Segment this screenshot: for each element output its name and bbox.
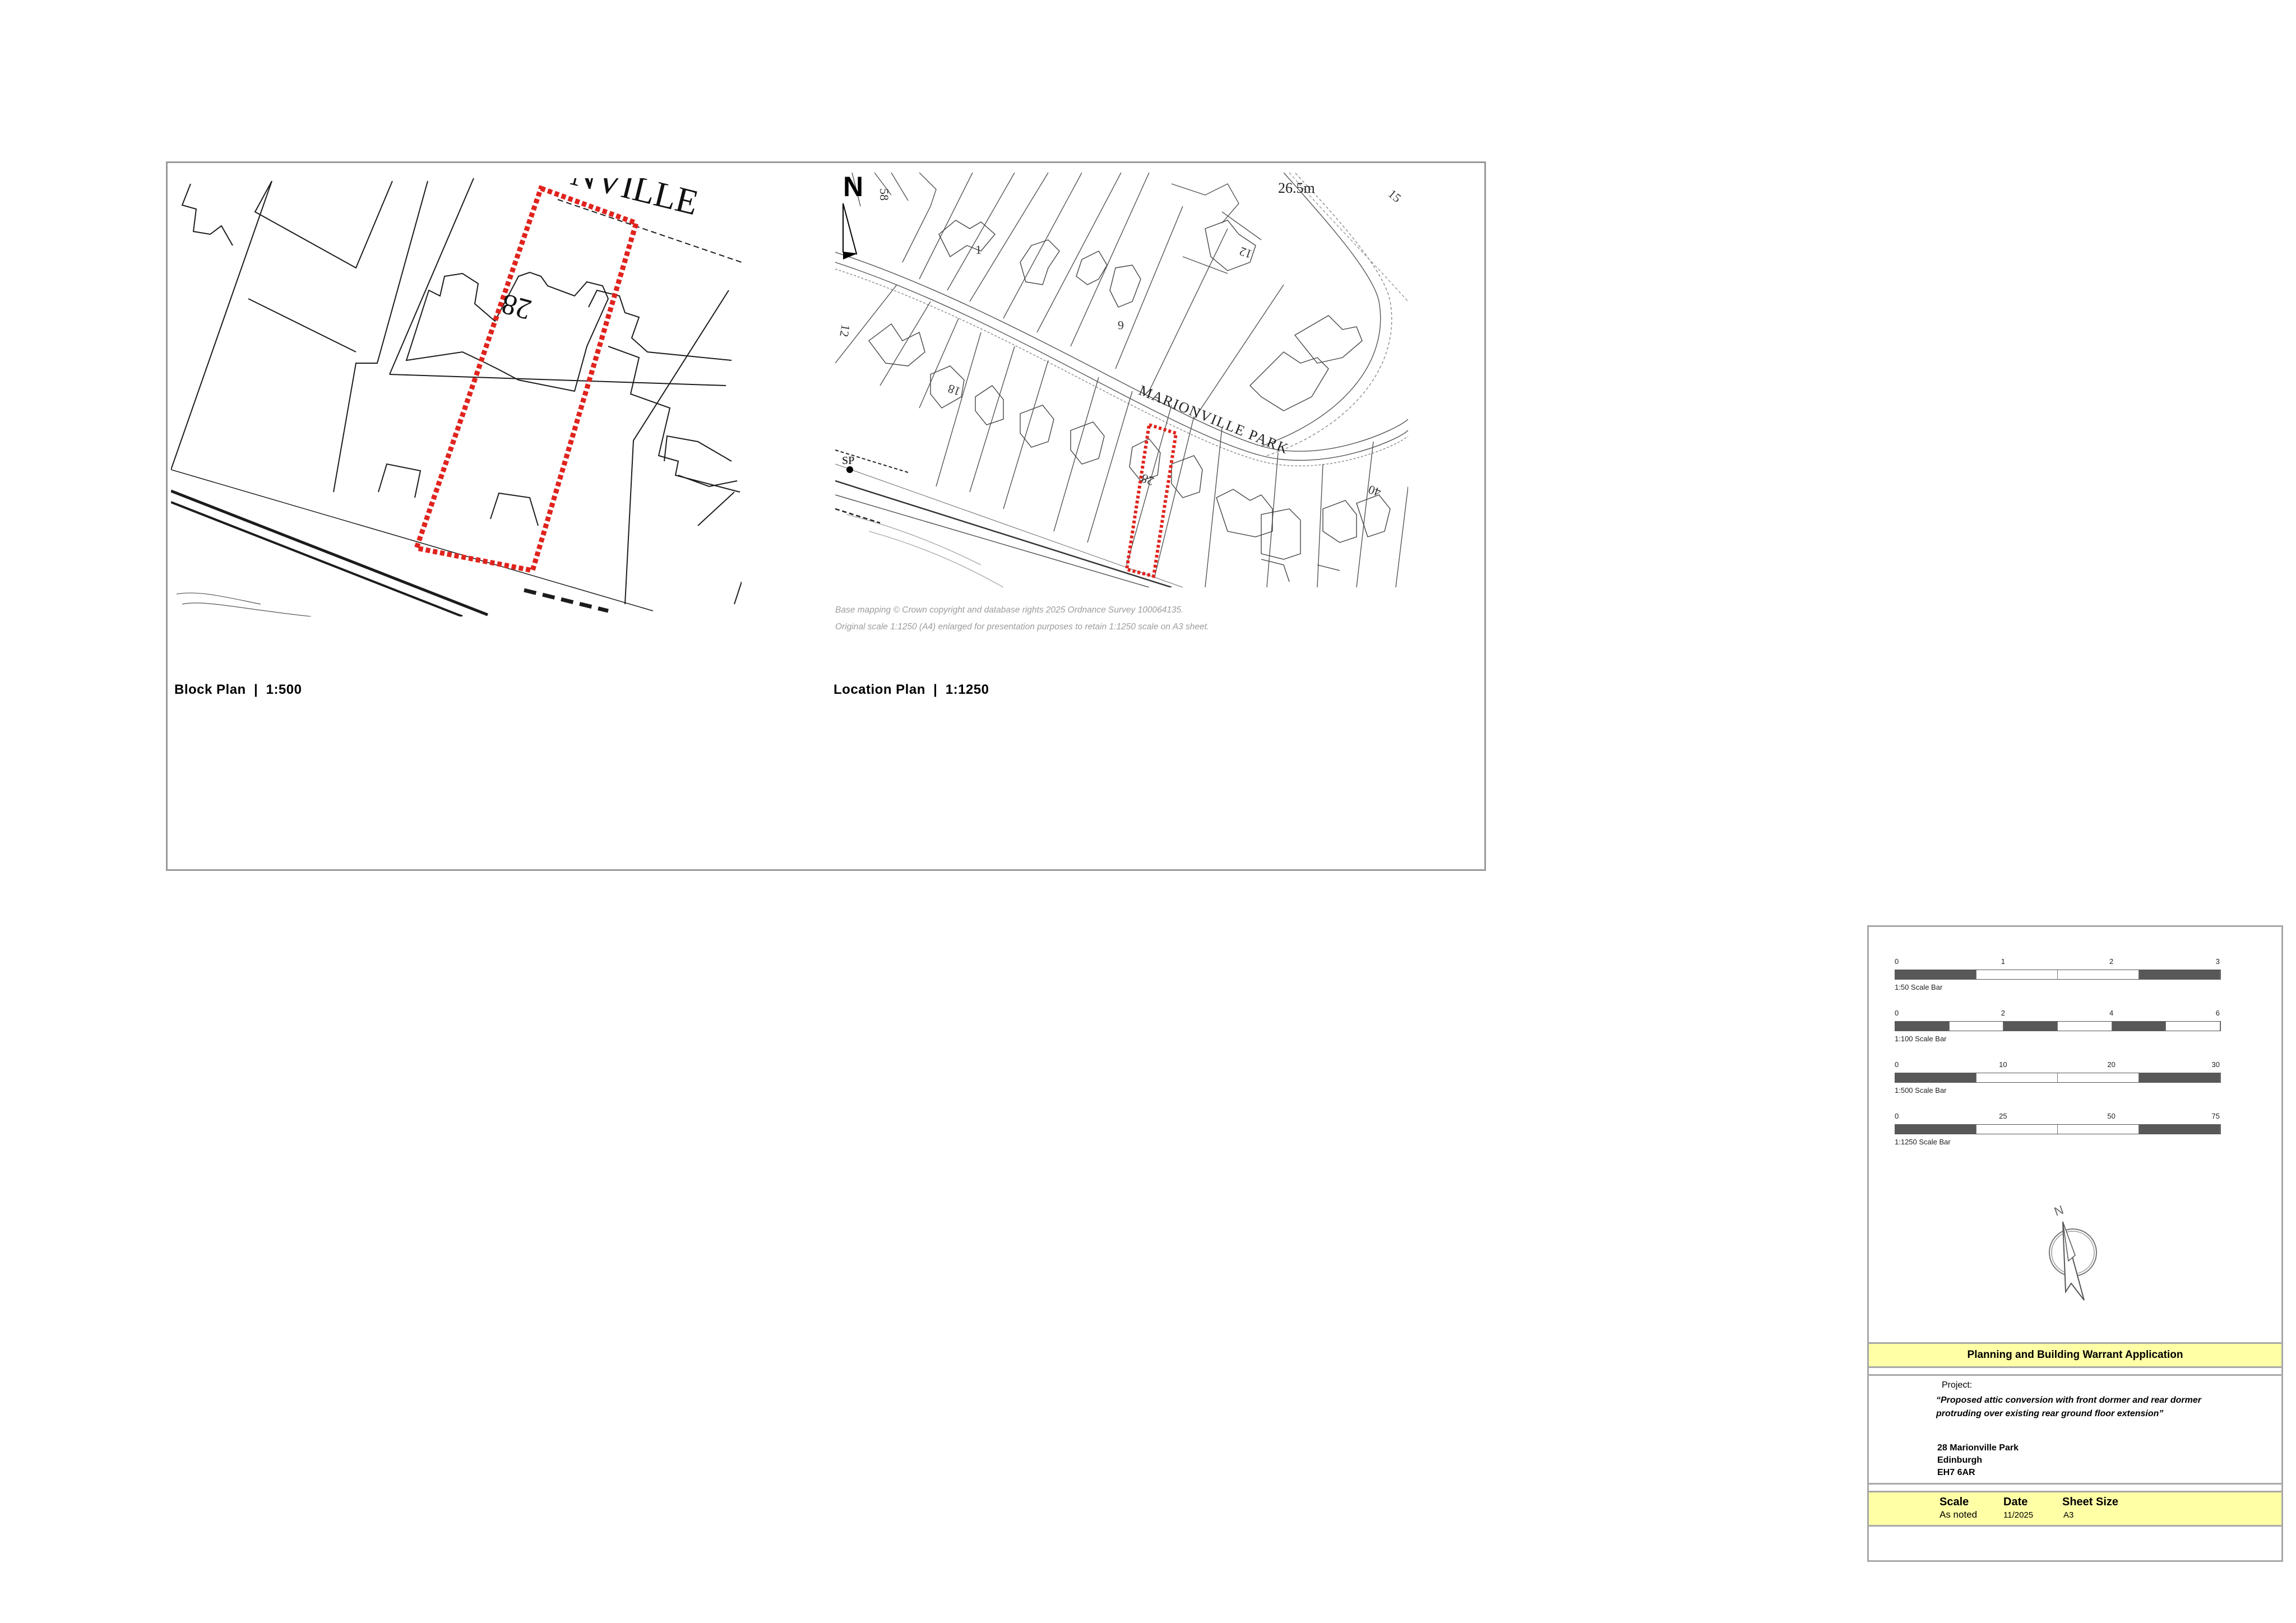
scale-tick-label: 2: [2109, 957, 2114, 966]
scale-bar: 0 25 50 75 1:1250 Scale Bar: [1895, 1112, 2221, 1166]
address-line: Edinburgh: [1937, 1455, 1982, 1465]
scale-bar-segment: [1976, 1073, 2058, 1082]
address-line: EH7 6AR: [1937, 1468, 1975, 1477]
scale-bar-segment: [1895, 1073, 1976, 1082]
block-plot-number: 28: [498, 287, 535, 326]
house-number: 28: [1139, 471, 1155, 489]
project-label: Project:: [1942, 1380, 1973, 1390]
north-arrow-icon: N: [843, 173, 863, 259]
location-plan-title: Location Plan | 1:1250: [834, 682, 989, 697]
scale-bar-segment: [2058, 970, 2139, 979]
scale-bar: 0 1 2 3 1:50 Scale Bar: [1895, 957, 2221, 1011]
scale-bar-caption: 1:500 Scale Bar: [1895, 1086, 1947, 1095]
scale-bar-segment: [2058, 1022, 2112, 1031]
project-details: Project: “Proposed attic conversion with…: [1867, 1374, 2283, 1485]
north-compass-icon: N: [2049, 1203, 2097, 1301]
sheet-size-label: Sheet Size: [2062, 1496, 2119, 1508]
house-number: 15: [1386, 187, 1404, 205]
house-number: 40: [1366, 483, 1382, 500]
location-plan-map: N MARIONVILLE PARK 26.5m SP 58 1 12 6 12…: [835, 173, 1408, 587]
scale-bar-graphic: [1895, 970, 2221, 980]
scale-bar-segment: [2003, 1022, 2058, 1031]
scale-bar-segment: [2139, 1125, 2220, 1134]
scale-tick-label: 75: [2211, 1112, 2220, 1120]
house-number: 1: [975, 243, 982, 257]
location-plot-lines: [851, 173, 1284, 420]
sheet-size-value: A3: [2063, 1510, 2074, 1520]
scale-bars: 0 1 2 3 1:50 Scale Bar 0 2 4 6 1:100 Scale Bar 0 10…: [1895, 957, 2221, 1161]
scale-bar-segment: [1976, 970, 2058, 979]
address-line: 28 Marionville Park: [1937, 1443, 2019, 1453]
scale-tick-label: 2: [2001, 1009, 2005, 1017]
scale-label: Scale: [1939, 1496, 1969, 1508]
copyright-line-1: Base mapping © Crown copyright and datab…: [835, 605, 1184, 615]
svg-text:N: N: [843, 173, 863, 202]
block-street-label: NVILLE: [567, 178, 702, 222]
scale-bar: 0 2 4 6 1:100 Scale Bar: [1895, 1009, 2221, 1063]
house-number: 6: [1118, 318, 1124, 332]
house-number: 18: [946, 382, 962, 399]
date-label: Date: [2003, 1496, 2028, 1508]
house-number: 12: [837, 323, 853, 338]
location-site-boundary: [1124, 423, 1178, 578]
scale-bar-segment: [2112, 1022, 2167, 1031]
location-spot-height: 26.5m: [1278, 180, 1315, 196]
scale-bar-segment: [2139, 1073, 2220, 1082]
scale-bar: 0 10 20 30 1:500 Scale Bar: [1895, 1060, 2221, 1114]
scale-tick-label: 25: [1999, 1112, 2007, 1120]
block-boundary-lines: [171, 178, 742, 605]
block-plan-title: Block Plan | 1:500: [174, 682, 302, 697]
house-number: 58: [877, 188, 891, 201]
application-title: Planning and Building Warrant Applicatio…: [1867, 1342, 2283, 1368]
scale-bar-segment: [1895, 1125, 1976, 1134]
block-plan-map: NVILLE 28: [171, 178, 742, 616]
scale-bar-segment: [1895, 970, 1976, 979]
scale-tick-label: 0: [1895, 1060, 1899, 1069]
scale-tick-label: 30: [2211, 1060, 2220, 1069]
copyright-line-2: Original scale 1:1250 (A4) enlarged for …: [835, 622, 1210, 632]
scale-tick-label: 0: [1895, 1009, 1899, 1017]
scale-bar-segment: [1949, 1022, 2004, 1031]
scale-bar-segment: [1895, 1022, 1950, 1031]
scale-value: As noted: [1939, 1509, 1978, 1520]
block-road-lines: [171, 469, 654, 616]
scale-bar-caption: 1:1250 Scale Bar: [1895, 1138, 1951, 1146]
project-description: “Proposed attic conversion with front do…: [1936, 1395, 2201, 1418]
scale-tick-label: 3: [2215, 957, 2220, 966]
scale-bar-segment: [2058, 1125, 2139, 1134]
scale-tick-label: 10: [1999, 1060, 2007, 1069]
svg-text:SP: SP: [842, 455, 854, 467]
scale-tick-label: 20: [2107, 1060, 2116, 1069]
scale-bar-graphic: [1895, 1124, 2221, 1134]
scale-tick-label: 6: [2215, 1009, 2220, 1017]
scale-bar-graphic: [1895, 1073, 2221, 1083]
scale-tick-label: 1: [2001, 957, 2005, 966]
location-marker: SP: [842, 455, 854, 473]
svg-text:N: N: [2052, 1203, 2065, 1219]
scale-bar-segment: [1976, 1125, 2058, 1134]
scale-tick-label: 50: [2107, 1112, 2116, 1120]
scale-tick-label: 0: [1895, 957, 1899, 966]
scale-bar-graphic: [1895, 1021, 2221, 1031]
scale-bar-segment: [2058, 1073, 2139, 1082]
scale-tick-label: 4: [2109, 1009, 2114, 1017]
scale-bar-segment: [2166, 1022, 2221, 1031]
sheet-info-band: Scale As noted Date 11/2025 Sheet Size A…: [1867, 1491, 2283, 1527]
scale-bar-segment: [2139, 970, 2220, 979]
date-value: 11/2025: [2003, 1510, 2034, 1520]
scale-bar-caption: 1:100 Scale Bar: [1895, 1035, 1947, 1043]
scale-bar-caption: 1:50 Scale Bar: [1895, 983, 1943, 991]
scale-tick-label: 0: [1895, 1112, 1899, 1120]
